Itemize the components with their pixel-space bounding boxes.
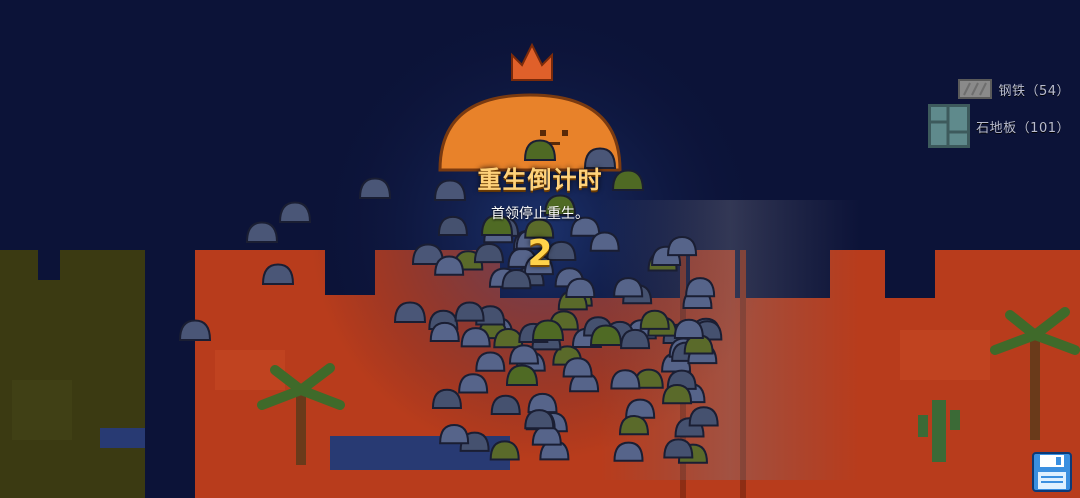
slime-enemy xyxy=(685,277,716,298)
slime-enemy xyxy=(625,398,656,419)
slime-enemy xyxy=(610,369,641,390)
save-icon xyxy=(1032,452,1072,492)
slime-enemy xyxy=(178,319,212,341)
slime-enemy xyxy=(458,373,489,394)
slime-enemy xyxy=(429,321,460,343)
slime-enemy xyxy=(662,384,693,405)
slime-enemy xyxy=(278,201,312,223)
inventory-label-steel: 钢铁（54） xyxy=(998,83,1070,99)
slime-enemy xyxy=(490,394,521,415)
slime-enemy xyxy=(613,441,644,462)
game-viewport[interactable]: 钢铁（54） 石地板（101） 重生倒计时 首领停止重生。 2 xyxy=(0,0,1080,498)
slime-enemy xyxy=(523,139,557,161)
respawn-countdown: 2 xyxy=(527,233,553,274)
inventory-item-stone-floor[interactable]: 石地板（101） xyxy=(928,104,1070,148)
steel-block-icon xyxy=(958,79,993,99)
slime-enemy xyxy=(663,438,694,459)
slime-enemy xyxy=(505,364,539,386)
slime-enemy xyxy=(524,409,555,430)
inventory-item-steel[interactable]: 钢铁（54） xyxy=(958,79,1070,99)
save-button[interactable] xyxy=(1032,452,1072,492)
slime-enemy xyxy=(454,301,485,322)
slime-enemy xyxy=(667,235,698,257)
slime-enemy xyxy=(673,318,704,339)
slime-enemy xyxy=(589,324,623,346)
slime-enemy xyxy=(562,357,593,378)
slime-enemy xyxy=(565,277,596,298)
slime-enemy xyxy=(489,440,520,461)
stone-floor-icon xyxy=(928,104,971,148)
respawn-title: 重生倒计时 xyxy=(477,166,603,194)
slime-enemy xyxy=(393,301,427,323)
slime-enemy xyxy=(531,319,565,341)
slime-enemy xyxy=(245,221,279,243)
respawn-banner: 重生倒计时 首领停止重生。 2 xyxy=(420,160,660,274)
slime-enemy xyxy=(493,327,524,349)
slime-enemy xyxy=(613,277,644,298)
slime-enemy xyxy=(261,263,295,285)
slime-enemy xyxy=(358,177,392,199)
slime-enemy xyxy=(508,344,539,365)
slime-enemy xyxy=(439,423,470,445)
slime-enemy xyxy=(618,415,649,436)
slime-enemy xyxy=(620,328,651,350)
slime-enemy xyxy=(639,309,670,330)
slime-enemy xyxy=(431,388,462,409)
inventory-label-stone-floor: 石地板（101） xyxy=(976,120,1070,136)
slime-enemy xyxy=(460,327,491,348)
slime-enemy xyxy=(475,351,506,372)
respawn-subtitle: 首领停止重生。 xyxy=(491,206,589,222)
slime-enemy xyxy=(688,406,719,427)
